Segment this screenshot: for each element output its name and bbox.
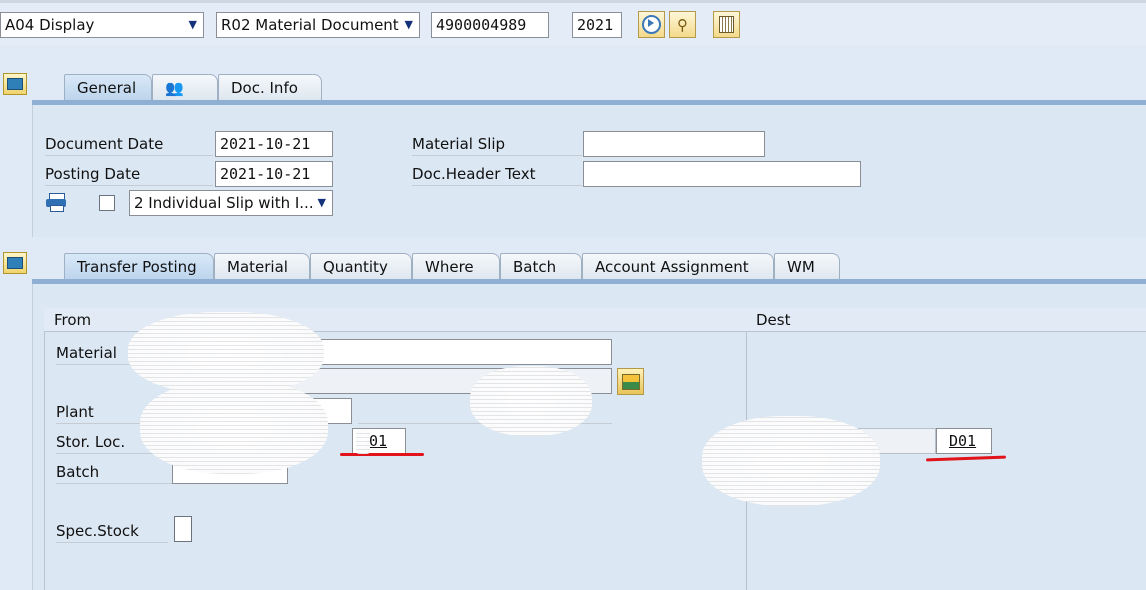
material-slip-label: Material Slip [412,133,582,156]
dest-stor-loc-value: D01 [949,432,977,450]
tab-material[interactable]: Material [214,253,310,280]
tab-quantity-label: Quantity [323,258,388,276]
redaction-blur [356,430,370,454]
tab-batch-label: Batch [513,258,557,276]
year-input[interactable]: 2021 [572,12,622,38]
posting-date-input[interactable]: 2021-10-21 [215,161,333,187]
find-button[interactable]: ⚲ [669,11,696,38]
chevron-down-icon: ▼ [188,18,197,31]
doc-header-text-label: Doc.Header Text [412,163,582,186]
tab-material-label: Material [227,258,288,276]
execute-icon [642,15,661,34]
tab-wm[interactable]: WM [774,253,840,280]
document-date-label: Document Date [45,133,213,156]
annotation-underline-from [340,453,424,456]
stor-loc-value: 01 [369,432,388,450]
people-icon: 👥 [165,79,184,97]
reference-select-value: R02 Material Document [221,16,399,34]
chevron-down-icon: ▼ [404,18,413,31]
redaction-blur [702,416,880,506]
redaction-blur [140,380,328,474]
document-number-input[interactable]: 4900004989 [431,12,549,38]
spec-stock-checkbox[interactable] [174,516,192,542]
folder-icon [7,78,23,90]
tab-account-assignment-label: Account Assignment [595,258,749,276]
redaction-blur [470,366,592,436]
tab-transfer-posting-label: Transfer Posting [77,258,197,276]
toggle-header-button[interactable] [3,73,27,95]
from-group-title: From [54,311,92,329]
tab-doc-info-label: Doc. Info [231,79,298,97]
tab-where-label: Where [425,258,474,276]
posting-date-label: Posting Date [45,163,213,186]
chevron-down-icon: ▼ [317,196,326,209]
action-select-value: A04 Display [5,16,95,34]
batch-label: Batch [56,461,176,484]
tab-doc-info[interactable]: Doc. Info [218,74,322,101]
print-checkbox[interactable] [99,195,115,211]
calculator-icon [719,16,734,33]
toggle-item-button[interactable] [3,252,27,274]
action-select[interactable]: A04 Display ▼ [0,12,204,38]
print-option-value: 2 Individual Slip with I... [134,194,314,212]
dest-stor-loc-input[interactable]: D01 [936,428,992,454]
tab-account-assignment[interactable]: Account Assignment [582,253,774,280]
spec-stock-label: Spec.Stock [56,520,168,543]
tab-wm-label: WM [787,258,815,276]
calculator-button[interactable] [713,11,740,38]
tab-batch[interactable]: Batch [500,253,582,280]
tab-transfer-posting[interactable]: Transfer Posting [64,253,214,280]
find-icon: ⚲ [677,15,688,34]
print-option-select[interactable]: 2 Individual Slip with I... ▼ [129,190,333,216]
execute-button[interactable] [638,11,665,38]
reference-select[interactable]: R02 Material Document ▼ [216,12,420,38]
tab-where[interactable]: Where [412,253,500,280]
dest-group-title: Dest [756,311,791,329]
tab-general-label: General [77,79,137,97]
dest-group-header [746,308,1146,332]
material-info-button[interactable] [617,368,644,395]
folder-icon [7,257,23,269]
info-icon [621,373,640,390]
material-slip-input[interactable] [583,131,765,157]
doc-header-text-input[interactable] [583,161,861,187]
tab-partner[interactable]: 👥 [152,74,218,101]
document-date-input[interactable]: 2021-10-21 [215,131,333,157]
tab-quantity[interactable]: Quantity [310,253,412,280]
tab-general[interactable]: General [64,74,152,101]
printer-icon[interactable] [46,193,68,212]
